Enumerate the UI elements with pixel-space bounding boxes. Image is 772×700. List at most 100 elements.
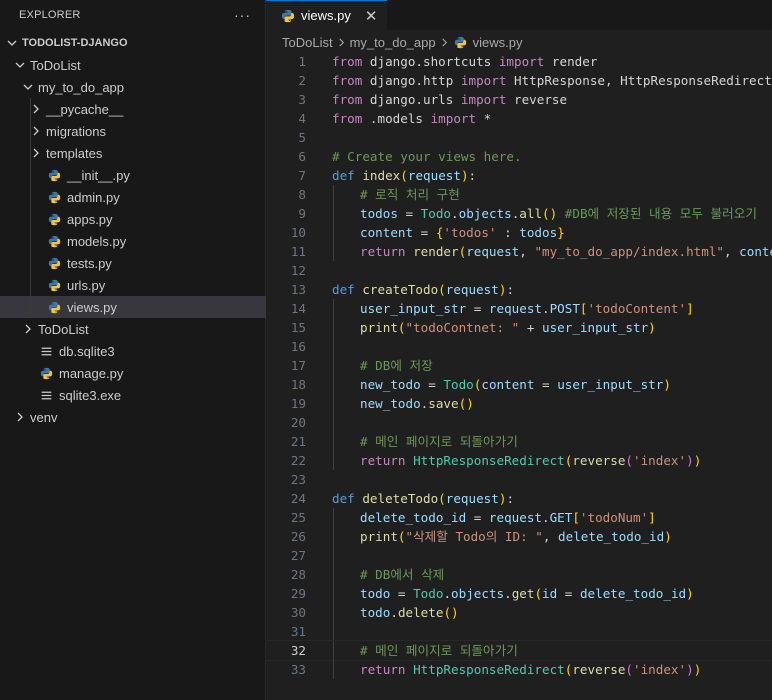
chevron-down-icon[interactable]	[12, 57, 28, 73]
code-line[interactable]: 12	[266, 261, 772, 280]
line-number: 8	[298, 187, 306, 202]
tree-item-label: tests.py	[67, 255, 112, 271]
code-line[interactable]: 2 from django.http import HttpResponse, H…	[266, 71, 772, 90]
code-token: ()	[542, 206, 558, 221]
code-line[interactable]: 13 def createTodo(request):	[266, 280, 772, 299]
indent-guide	[333, 565, 334, 584]
code-line[interactable]: 23	[266, 470, 772, 489]
code-line[interactable]: 16	[266, 337, 772, 356]
chevron-right-icon[interactable]	[12, 409, 28, 425]
tree-item-pycache[interactable]: __pycache__	[0, 98, 266, 120]
code-token: #DB에 저장된 내용 모두 불러오기	[564, 206, 757, 221]
line-number: 28	[290, 567, 306, 582]
tree-item-manage-py[interactable]: manage.py	[0, 362, 266, 384]
tab-views-py[interactable]: views.py ✕	[266, 0, 388, 30]
code-token: POST	[549, 301, 580, 316]
code-line[interactable]: 5	[266, 128, 772, 147]
code-text: def index(request):	[332, 166, 476, 185]
code-line[interactable]: 29 todo = Todo.objects.get(id = delete_to…	[266, 584, 772, 603]
code-line[interactable]: 14 user_input_str = request.POST['todoCon…	[266, 299, 772, 318]
code-token: ]	[648, 510, 656, 525]
explorer-header: EXPLORER ···	[0, 0, 265, 30]
indent-guide	[30, 230, 31, 252]
close-icon[interactable]: ✕	[365, 7, 378, 25]
code-line[interactable]: 21 # 메인 페이지로 되돌아가기	[266, 432, 772, 451]
code-editor[interactable]: 1 from django.shortcuts import render 2 fro…	[265, 52, 772, 679]
breadcrumb-item-my-to-do-app[interactable]: my_to_do_app	[350, 35, 436, 50]
code-line[interactable]: 24 def deleteTodo(request):	[266, 489, 772, 508]
tree-item-apps-py[interactable]: apps.py	[0, 208, 266, 230]
line-number: 14	[290, 301, 306, 316]
breadcrumb: ToDoList my_to_do_app views.py	[266, 30, 772, 54]
code-line[interactable]: 19 new_todo.save()	[266, 394, 772, 413]
chevron-down-icon[interactable]	[4, 35, 20, 51]
tree-item-db-sqlite3[interactable]: db.sqlite3	[0, 340, 266, 362]
tree-item-views-py[interactable]: views.py	[0, 296, 266, 318]
code-token: )	[686, 586, 694, 601]
code-line[interactable]: 22 return HttpResponseRedirect(reverse('i…	[266, 451, 772, 470]
tree-item-label: manage.py	[59, 365, 124, 381]
code-line[interactable]: 18 new_todo = Todo(content = user_input_s…	[266, 375, 772, 394]
code-line[interactable]: 7 def index(request):	[266, 166, 772, 185]
code-token: from	[332, 54, 363, 69]
code-line[interactable]: 31	[266, 622, 772, 641]
code-token: save	[428, 396, 459, 411]
tree-item-venv[interactable]: venv	[0, 406, 266, 428]
code-line[interactable]: 8 # 로직 처리 구현	[266, 185, 772, 204]
code-line[interactable]: 17 # DB에 저장	[266, 356, 772, 375]
tree-item-tests-py[interactable]: tests.py	[0, 252, 266, 274]
tree-item-init-py[interactable]: __init__.py	[0, 164, 266, 186]
code-token: from	[332, 92, 363, 107]
chevron-right-icon[interactable]	[20, 321, 36, 337]
breadcrumb-item-todolist[interactable]: ToDoList	[282, 35, 333, 50]
code-token: )	[693, 453, 702, 468]
code-token: HttpResponseRedirect	[413, 453, 565, 468]
code-line[interactable]: 20	[266, 413, 772, 432]
code-token: objects	[451, 586, 505, 601]
tree-item-sqlite3-exe[interactable]: sqlite3.exe	[0, 384, 266, 406]
code-line[interactable]: 15 print("todoContnet: " + user_input_str…	[266, 318, 772, 337]
tree-item-label: ToDoList	[38, 321, 89, 337]
code-token: 'todoContent'	[587, 301, 687, 316]
tree-item-my-to-do-app[interactable]: my_to_do_app	[0, 76, 266, 98]
line-number: 20	[290, 415, 306, 430]
code-token: # 메인 페이지로 되돌아가기	[360, 434, 518, 449]
tree-item-templates[interactable]: templates	[0, 142, 266, 164]
code-line[interactable]: 9 todos = Todo.objects.all() #DB에 저장된 내용 …	[266, 204, 772, 223]
tree-item-admin-py[interactable]: admin.py	[0, 186, 266, 208]
breadcrumb-item-views-py[interactable]: views.py	[473, 35, 523, 50]
code-token: def	[332, 168, 355, 183]
line-number: 33	[290, 662, 306, 677]
code-line[interactable]: 10 content = {'todos' : todos}	[266, 223, 772, 242]
code-line[interactable]: 30 todo.delete()	[266, 603, 772, 622]
tree-item-todolist[interactable]: ToDoList	[0, 54, 266, 76]
code-token: def	[332, 491, 355, 506]
code-token: delete_todo_id	[558, 529, 665, 544]
code-line[interactable]: 4 from .models import *	[266, 109, 772, 128]
chevron-down-icon[interactable]	[20, 79, 36, 95]
code-line[interactable]: 28 # DB에서 삭제	[266, 565, 772, 584]
code-line[interactable]: 33 return HttpResponseRedirect(reverse('i…	[266, 660, 772, 679]
more-actions-icon[interactable]: ···	[234, 7, 251, 23]
code-token: :	[496, 225, 520, 240]
code-token: 'index'	[633, 662, 687, 677]
code-line[interactable]: 25 delete_todo_id = request.GET['todoNum'…	[266, 508, 772, 527]
line-number: 30	[290, 605, 306, 620]
tree-item-models-py[interactable]: models.py	[0, 230, 266, 252]
code-line[interactable]: 3 from django.urls import reverse	[266, 90, 772, 109]
code-line[interactable]: 26 print("삭제할 Todo의 ID: ", delete_todo_id…	[266, 527, 772, 546]
code-token: (	[400, 168, 408, 183]
code-line[interactable]: 27	[266, 546, 772, 565]
tree-item-label: admin.py	[67, 189, 120, 205]
code-line[interactable]: 11 return render(request, "my_to_do_app/i…	[266, 242, 772, 261]
code-line[interactable]: 6 # Create your views here.	[266, 147, 772, 166]
tree-item-urls-py[interactable]: urls.py	[0, 274, 266, 296]
line-number: 10	[290, 225, 306, 240]
code-token: def	[332, 282, 355, 297]
tree-item-todolist-django[interactable]: TODOLIST-DJANGO	[0, 32, 266, 54]
code-line[interactable]: 32 # 메인 페이지로 되돌아가기	[265, 640, 772, 661]
tree-item-migrations[interactable]: migrations	[0, 120, 266, 142]
code-text: user_input_str = request.POST['todoConte…	[360, 299, 694, 318]
code-line[interactable]: 1 from django.shortcuts import render	[266, 52, 772, 71]
tree-item-todolist[interactable]: ToDoList	[0, 318, 266, 340]
